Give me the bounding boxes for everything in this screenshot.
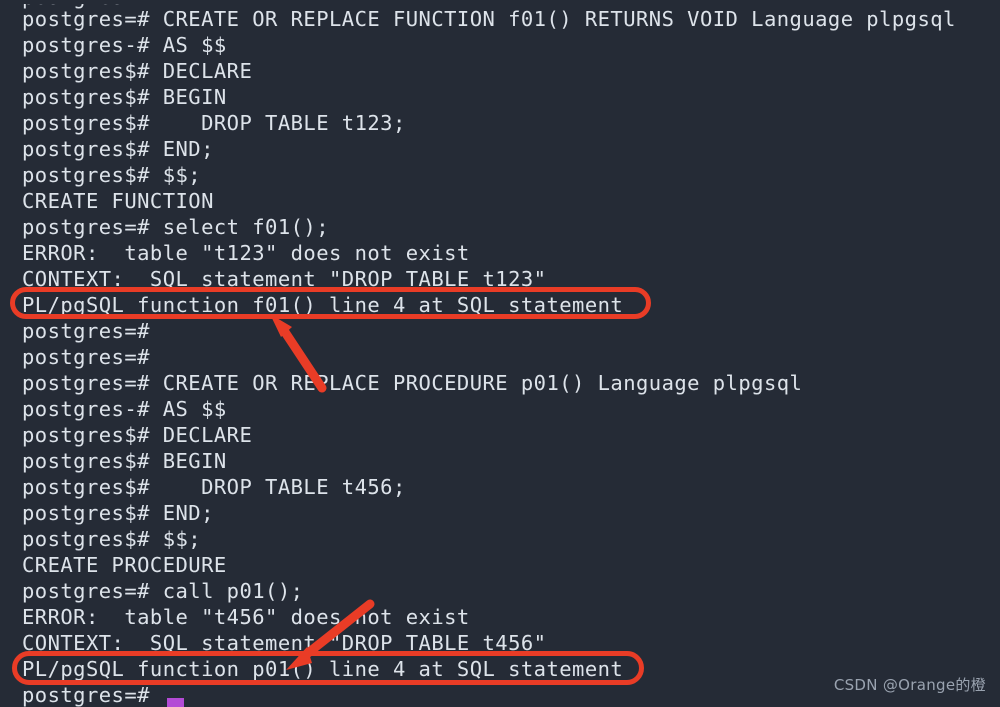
terminal-line: postgres=# <box>22 345 150 369</box>
top-edge-clip <box>0 0 1000 4</box>
terminal-output[interactable]: postgres postgres=# CREATE OR REPLACE FU… <box>0 0 1000 707</box>
terminal-line: postgres=# call p01(); <box>22 579 304 603</box>
terminal-line: postgres$# $$; <box>22 163 202 187</box>
terminal-line: postgres$# DROP TABLE t456; <box>22 475 406 499</box>
terminal-line: postgres$# BEGIN <box>22 449 227 473</box>
terminal-line: postgres$# DECLARE <box>22 59 253 83</box>
terminal-screenshot: postgres postgres=# CREATE OR REPLACE FU… <box>0 0 1000 707</box>
terminal-line: CREATE PROCEDURE <box>22 553 227 577</box>
terminal-line: postgres=# <box>22 319 150 343</box>
terminal-line: postgres-# AS $$ <box>22 33 227 57</box>
text-cursor <box>167 698 184 707</box>
terminal-line: ERROR: table "t456" does not exist <box>22 605 470 629</box>
terminal-line: postgres$# END; <box>22 501 214 525</box>
terminal-line: postgres=# CREATE OR REPLACE FUNCTION f0… <box>22 7 956 31</box>
terminal-line: PL/pgSQL function p01() line 4 at SQL st… <box>22 657 624 681</box>
terminal-line: postgres-# AS $$ <box>22 397 227 421</box>
terminal-line: postgres$# DROP TABLE t123; <box>22 111 406 135</box>
terminal-line: PL/pgSQL function f01() line 4 at SQL st… <box>22 293 624 317</box>
terminal-line: CONTEXT: SQL statement "DROP TABLE t456" <box>22 631 547 655</box>
terminal-line: postgres=# select f01(); <box>22 215 330 239</box>
terminal-line: postgres=# <box>22 683 150 707</box>
terminal-line: CREATE FUNCTION <box>22 189 214 213</box>
terminal-line: CONTEXT: SQL statement "DROP TABLE t123" <box>22 267 547 291</box>
terminal-line: postgres$# DECLARE <box>22 423 253 447</box>
watermark-label: CSDN @Orange的橙 <box>833 676 986 694</box>
terminal-line: postgres$# $$; <box>22 527 202 551</box>
terminal-line: postgres$# BEGIN <box>22 85 227 109</box>
terminal-line: postgres=# CREATE OR REPLACE PROCEDURE p… <box>22 371 803 395</box>
terminal-line: postgres$# END; <box>22 137 214 161</box>
terminal-line: ERROR: table "t123" does not exist <box>22 241 470 265</box>
